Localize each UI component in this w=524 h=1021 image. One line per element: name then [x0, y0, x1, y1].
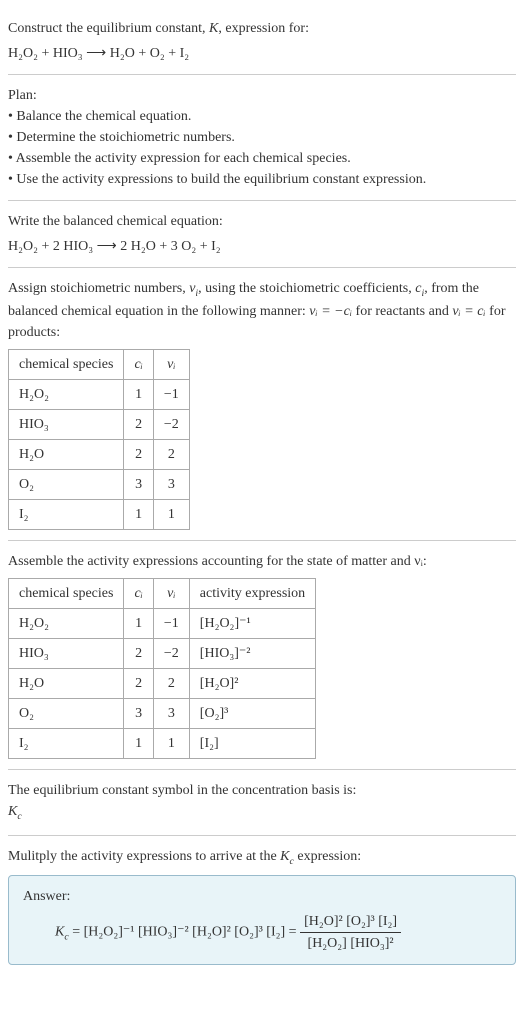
- answer-label: Answer:: [23, 886, 501, 907]
- unbalanced-equation: H₂O₂ + HIO₃ ⟶ H₂O + O₂ + I₂: [8, 43, 516, 64]
- cell-nui: 3: [153, 470, 189, 500]
- cell-ci: 2: [124, 440, 153, 470]
- cell-species: HIO₃: [9, 410, 124, 440]
- heading: Mulitply the activity expressions to arr…: [8, 846, 516, 869]
- text: Assemble the activity expressions accoun…: [8, 554, 427, 569]
- text: expression:: [294, 849, 361, 864]
- balanced-equation: H₂O₂ + 2 HIO₃ ⟶ 2 H₂O + 3 O₂ + I₂: [8, 236, 516, 257]
- stoich-table: chemical species cᵢ νᵢ H₂O₂ 1 −1 HIO₃ 2 …: [8, 349, 190, 530]
- table-row: I₂ 1 1: [9, 500, 190, 530]
- cell-activity: [H₂O₂]⁻¹: [189, 609, 315, 639]
- table-row: H₂O₂ 1 −1: [9, 380, 190, 410]
- cell-species: HIO₃: [9, 639, 124, 669]
- cell-nui: −1: [153, 609, 189, 639]
- table-row: HIO₃ 2 −2 [HIO₃]⁻²: [9, 639, 316, 669]
- header-species: chemical species: [9, 579, 124, 609]
- cell-ci: 1: [124, 729, 153, 759]
- header-nui: νᵢ: [153, 350, 189, 380]
- cell-nui: −2: [153, 639, 189, 669]
- table-row: I₂ 1 1 [I₂]: [9, 729, 316, 759]
- plan-item: • Use the activity expressions to build …: [8, 169, 516, 190]
- cell-nui: −1: [153, 380, 189, 410]
- table-row: O₂ 3 3: [9, 470, 190, 500]
- text: , expression for:: [218, 21, 309, 36]
- text: , using the stoichiometric coefficients,: [198, 281, 415, 296]
- plan-item: • Assemble the activity expression for e…: [8, 148, 516, 169]
- text: Mulitply the activity expressions to arr…: [8, 849, 280, 864]
- K: K: [55, 925, 64, 940]
- relation: νᵢ = cᵢ: [452, 304, 485, 319]
- table-row: H₂O 2 2 [H₂O]²: [9, 669, 316, 699]
- cell-species: I₂: [9, 729, 124, 759]
- table-header-row: chemical species cᵢ νᵢ: [9, 350, 190, 380]
- stoichiometric-section: Assign stoichiometric numbers, νi, using…: [8, 268, 516, 541]
- kc-symbol: Kc: [8, 801, 516, 824]
- fraction: [H₂O]² [O₂]³ [I₂][H₂O₂] [HIO₃]²: [300, 911, 401, 954]
- relation: νᵢ = −cᵢ: [309, 304, 352, 319]
- cell-nui: 1: [153, 500, 189, 530]
- eq-text: = [H₂O₂]⁻¹ [HIO₃]⁻² [H₂O]² [O₂]³ [I₂] =: [69, 925, 300, 940]
- answer-expression: Kc = [H₂O₂]⁻¹ [HIO₃]⁻² [H₂O]² [O₂]³ [I₂]…: [55, 911, 501, 954]
- cell-species: I₂: [9, 500, 124, 530]
- fraction-denominator: [H₂O₂] [HIO₃]²: [300, 933, 401, 954]
- answer-box: Answer: Kc = [H₂O₂]⁻¹ [HIO₃]⁻² [H₂O]² [O…: [8, 875, 516, 965]
- problem-statement: Construct the equilibrium constant, K, e…: [8, 8, 516, 75]
- header-activity: activity expression: [189, 579, 315, 609]
- cell-activity: [I₂]: [189, 729, 315, 759]
- sub-c: c: [17, 811, 21, 822]
- activity-section: Assemble the activity expressions accoun…: [8, 541, 516, 770]
- cell-species: H₂O: [9, 669, 124, 699]
- cell-activity: [O₂]³: [189, 699, 315, 729]
- text: Construct the equilibrium constant,: [8, 21, 209, 36]
- balanced-equation-section: Write the balanced chemical equation: H₂…: [8, 201, 516, 268]
- cell-nui: 3: [153, 699, 189, 729]
- table-row: HIO₃ 2 −2: [9, 410, 190, 440]
- text: for reactants and: [352, 304, 452, 319]
- cell-nui: 1: [153, 729, 189, 759]
- cell-activity: [HIO₃]⁻²: [189, 639, 315, 669]
- heading: The equilibrium constant symbol in the c…: [8, 780, 516, 801]
- cell-species: O₂: [9, 470, 124, 500]
- text: Assign stoichiometric numbers,: [8, 281, 189, 296]
- plan-item: • Balance the chemical equation.: [8, 106, 516, 127]
- heading: Assemble the activity expressions accoun…: [8, 551, 516, 572]
- plan-item: • Determine the stoichiometric numbers.: [8, 127, 516, 148]
- problem-text: Construct the equilibrium constant, K, e…: [8, 18, 516, 39]
- cell-ci: 1: [124, 500, 153, 530]
- final-section: Mulitply the activity expressions to arr…: [8, 836, 516, 975]
- cell-ci: 3: [124, 699, 153, 729]
- cell-nui: −2: [153, 410, 189, 440]
- cell-species: H₂O: [9, 440, 124, 470]
- stoich-text: Assign stoichiometric numbers, νi, using…: [8, 278, 516, 343]
- table-row: H₂O 2 2: [9, 440, 190, 470]
- header-ci: cᵢ: [124, 579, 153, 609]
- plan-section: Plan: • Balance the chemical equation. •…: [8, 75, 516, 201]
- table-header-row: chemical species cᵢ νᵢ activity expressi…: [9, 579, 316, 609]
- K-symbol: K: [209, 21, 218, 36]
- cell-activity: [H₂O]²: [189, 669, 315, 699]
- cell-nui: 2: [153, 669, 189, 699]
- cell-ci: 2: [124, 410, 153, 440]
- header-ci: cᵢ: [124, 350, 153, 380]
- K: K: [280, 849, 289, 864]
- header-nui: νᵢ: [153, 579, 189, 609]
- cell-ci: 3: [124, 470, 153, 500]
- cell-species: H₂O₂: [9, 609, 124, 639]
- cell-ci: 2: [124, 669, 153, 699]
- activity-table: chemical species cᵢ νᵢ activity expressi…: [8, 578, 316, 759]
- cell-ci: 1: [124, 609, 153, 639]
- heading: Write the balanced chemical equation:: [8, 211, 516, 232]
- table-row: O₂ 3 3 [O₂]³: [9, 699, 316, 729]
- cell-ci: 2: [124, 639, 153, 669]
- table-row: H₂O₂ 1 −1 [H₂O₂]⁻¹: [9, 609, 316, 639]
- cell-species: H₂O₂: [9, 380, 124, 410]
- fraction-numerator: [H₂O]² [O₂]³ [I₂]: [300, 911, 401, 933]
- cell-nui: 2: [153, 440, 189, 470]
- cell-ci: 1: [124, 380, 153, 410]
- plan-heading: Plan:: [8, 85, 516, 106]
- cell-species: O₂: [9, 699, 124, 729]
- symbol-section: The equilibrium constant symbol in the c…: [8, 770, 516, 835]
- header-species: chemical species: [9, 350, 124, 380]
- K: K: [8, 804, 17, 819]
